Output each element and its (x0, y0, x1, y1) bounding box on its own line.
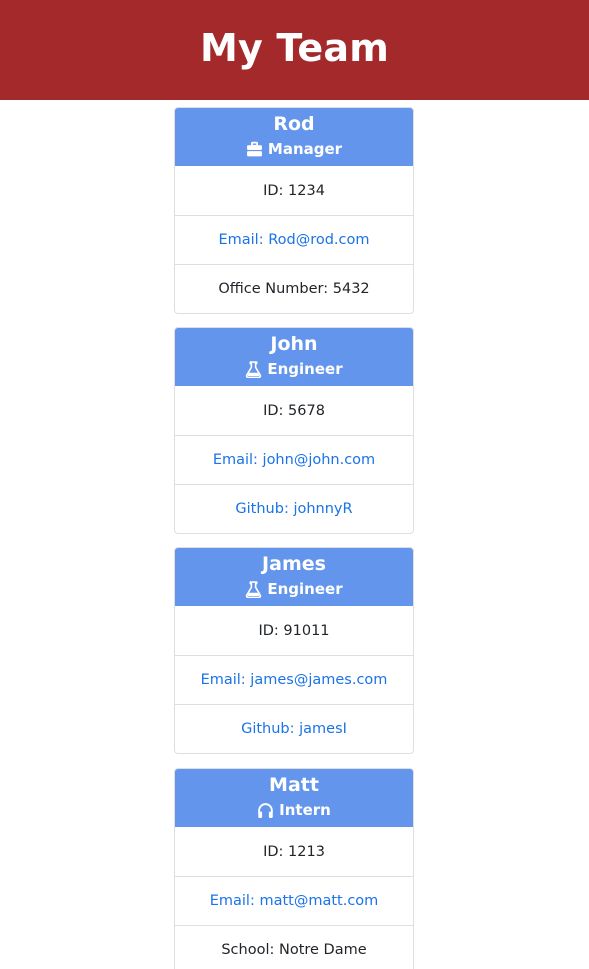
github-row: Github: johnnyR (175, 484, 413, 533)
page-header: My Team (0, 0, 589, 100)
headphones-icon (258, 802, 273, 818)
email-row: Email: james@james.com (175, 655, 413, 704)
github-link[interactable]: Github: jamesI (241, 721, 347, 737)
card-header: Matt Intern (175, 769, 413, 827)
office-number: Office Number: 5432 (218, 281, 370, 297)
employee-name: John (270, 333, 318, 355)
id-row: ID: 91011 (175, 606, 413, 655)
github-row: Github: jamesI (175, 704, 413, 753)
github-link[interactable]: Github: johnnyR (235, 501, 352, 517)
role-label: Manager (267, 140, 343, 158)
email-link[interactable]: Email: matt@matt.com (210, 893, 379, 909)
briefcase-icon (246, 141, 262, 156)
id-row: ID: 1213 (175, 827, 413, 876)
employee-card-manager: Rod Manager ID: 1234 Email: Rod@rod.com … (174, 107, 414, 314)
employee-id: ID: 1213 (263, 843, 325, 860)
email-row: Email: Rod@rod.com (175, 215, 413, 264)
email-link[interactable]: Email: john@john.com (213, 452, 375, 468)
school-row: School: Notre Dame (175, 925, 413, 969)
card-header: Rod Manager (175, 108, 413, 166)
flask-icon (246, 360, 262, 378)
employee-id: ID: 1234 (263, 182, 325, 199)
employee-name: James (262, 553, 326, 575)
employee-card-engineer: John Engineer ID: 5678 Email: john@john.… (174, 327, 414, 534)
email-link[interactable]: Email: Rod@rod.com (218, 232, 369, 248)
employee-card-intern: Matt Intern ID: 1213 Email: matt@matt.co… (174, 768, 414, 969)
card-header: John Engineer (175, 328, 413, 386)
id-row: ID: 5678 (175, 386, 413, 435)
employee-name: Rod (273, 113, 315, 135)
employee-id: ID: 5678 (263, 402, 325, 419)
role-label: Engineer (267, 360, 343, 378)
employee-id: ID: 91011 (258, 622, 330, 639)
role-label: Intern (279, 801, 331, 819)
employee-role: Engineer (175, 579, 413, 599)
email-row: Email: john@john.com (175, 435, 413, 484)
school-name: School: Notre Dame (221, 942, 367, 958)
email-row: Email: matt@matt.com (175, 876, 413, 925)
role-label: Engineer (267, 580, 343, 598)
employee-role: Manager (175, 139, 413, 159)
employee-name: Matt (269, 774, 319, 796)
email-link[interactable]: Email: james@james.com (201, 672, 388, 688)
office-row: Office Number: 5432 (175, 264, 413, 313)
card-header: James Engineer (175, 548, 413, 606)
employee-role: Intern (175, 800, 413, 820)
id-row: ID: 1234 (175, 166, 413, 215)
employee-role: Engineer (175, 359, 413, 379)
flask-icon (246, 580, 262, 598)
employee-card-engineer: James Engineer ID: 91011 Email: james@ja… (174, 547, 414, 754)
page-title: My Team (199, 26, 390, 70)
